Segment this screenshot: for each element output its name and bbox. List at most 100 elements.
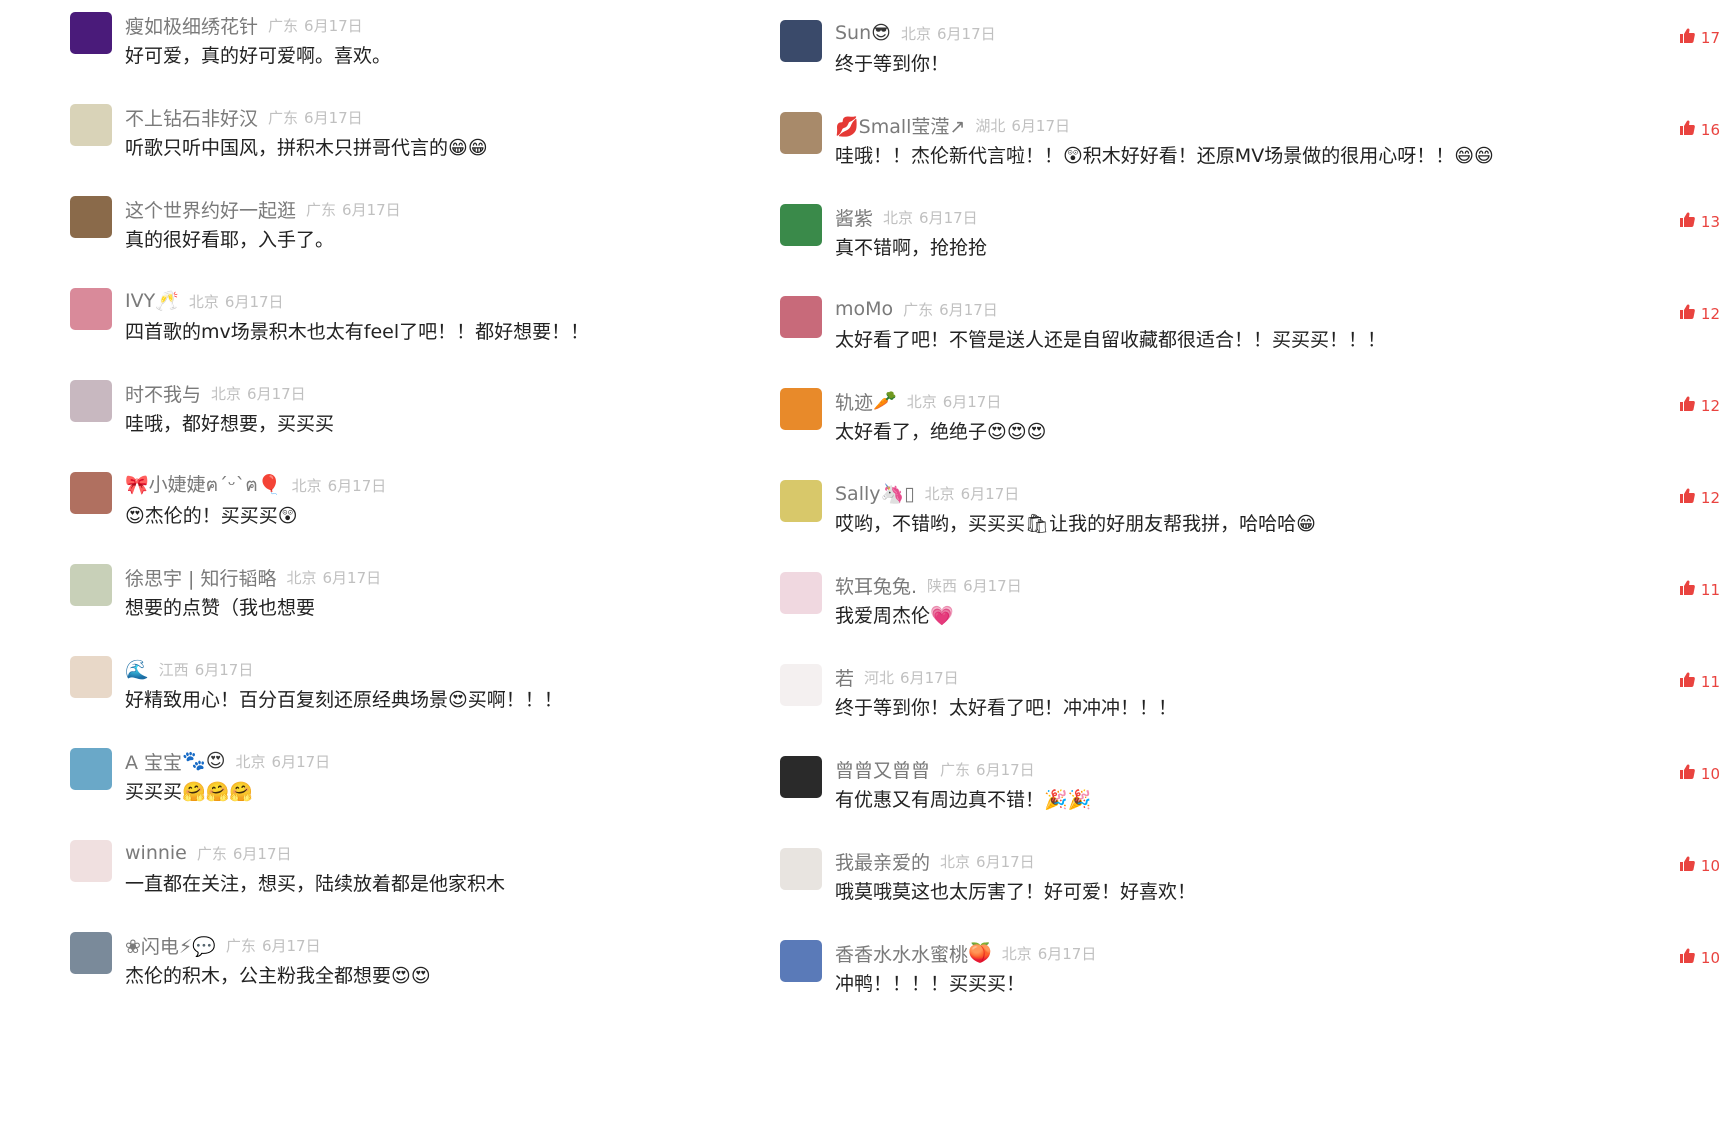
comment-text: 哦莫哦莫这也太厉害了！好可爱！好喜欢！	[835, 879, 1196, 905]
location: 北京	[1001, 944, 1032, 963]
thumbs-up-icon	[1679, 764, 1701, 783]
location: 广东	[940, 760, 971, 779]
username[interactable]: 徐思宇 | 知行韬略	[125, 564, 276, 591]
username[interactable]: IVY	[125, 290, 155, 312]
comment-text-content: 😍杰伦的！买买买😲	[125, 505, 298, 527]
comment-text: 太好看了，绝绝子😍😍😍	[835, 419, 1046, 445]
username[interactable]: 酱紫	[835, 204, 873, 231]
comment-text-content: 哦莫哦莫这也太厉害了！好可爱！好喜欢！	[835, 881, 1197, 903]
like-count: 11	[1700, 580, 1720, 599]
date: 6月17日	[939, 300, 998, 319]
avatar[interactable]	[780, 204, 822, 246]
comment-meta: 若河北 6月17日	[835, 664, 959, 690]
avatar[interactable]	[780, 388, 822, 430]
like-button[interactable]: 10	[1679, 856, 1720, 875]
like-button[interactable]: 16	[1679, 120, 1720, 139]
date: 6月17日	[942, 392, 1002, 411]
username[interactable]: 时不我与	[125, 380, 201, 407]
comment-text-content: 冲鸭！！！！买买买！	[835, 973, 1026, 995]
username[interactable]: Sun	[835, 22, 871, 44]
avatar[interactable]	[70, 472, 112, 514]
username[interactable]: 🌊	[125, 658, 149, 681]
comment-text-content: 终于等到你！	[835, 53, 950, 75]
comment-text: 杰伦的积木，公主粉我全都想要😍😍	[125, 963, 431, 989]
username[interactable]: 若	[835, 664, 854, 691]
comment-text: 哇哦，都好想要，买买买	[125, 411, 334, 437]
username[interactable]: 软耳兔兔.	[835, 572, 917, 599]
avatar[interactable]	[70, 288, 112, 330]
date: 6月17日	[224, 292, 284, 311]
avatar[interactable]	[780, 756, 822, 798]
thumbs-up-icon	[1679, 580, 1701, 599]
avatar[interactable]	[780, 572, 822, 614]
like-button[interactable]: 17	[1679, 28, 1720, 47]
location: 广东	[268, 16, 299, 35]
username[interactable]: 轨迹	[835, 388, 873, 415]
like-button[interactable]: 11	[1679, 672, 1720, 691]
avatar[interactable]	[70, 748, 112, 790]
avatar[interactable]	[780, 296, 822, 338]
username[interactable]: Sally🦄▯	[835, 482, 915, 505]
location: 江西	[158, 660, 189, 679]
comment-text: 一直都在关注，想买，陆续放着都是他家积木	[125, 871, 505, 897]
like-button[interactable]: 13	[1679, 212, 1720, 231]
comment-text: 终于等到你！	[835, 51, 949, 77]
username[interactable]: 我最亲爱的	[835, 848, 930, 875]
location: 北京	[291, 476, 322, 495]
avatar[interactable]	[70, 380, 112, 422]
avatar[interactable]	[780, 20, 822, 62]
location: 湖北	[975, 116, 1006, 135]
like-button[interactable]: 12	[1679, 396, 1720, 415]
comment-text-content: 一直都在关注，想买，陆续放着都是他家积木	[125, 873, 506, 895]
username[interactable]: 🎀小婕婕ฅ´ᵕ`ฅ🎈	[125, 470, 282, 500]
date: 6月17日	[261, 936, 321, 955]
comment-text-content: 太好看了，绝绝子	[835, 421, 988, 443]
username[interactable]: moMo	[835, 298, 893, 320]
username[interactable]: winnie	[125, 842, 187, 864]
avatar[interactable]	[780, 664, 822, 706]
like-count: 12	[1700, 304, 1720, 323]
username[interactable]: 瘦如极细绣花针	[125, 12, 258, 39]
avatar[interactable]	[780, 940, 822, 982]
like-button[interactable]: 12	[1679, 488, 1720, 507]
comment-text: 想要的点赞（我也想要	[125, 595, 315, 621]
comment-item: IVY 🥂 北京 6月17日 四首歌的mv场景积木也太有feel了吧！！都好想要！！	[70, 288, 690, 380]
username[interactable]: 💋Small莹滢↗	[835, 112, 965, 139]
avatar[interactable]	[70, 656, 112, 698]
date: 6月17日	[1011, 116, 1071, 135]
comment-text-content: 我爱周杰伦	[835, 605, 931, 627]
avatar[interactable]	[780, 480, 822, 522]
username[interactable]: 这个世界约好一起逛	[125, 196, 296, 223]
location: 北京	[900, 24, 931, 43]
comment-item: 不上钻石非好汉 广东 6月17日 听歌只听中国风，拼积木只拼哥代言的😁😁	[70, 104, 690, 196]
date: 6月17日	[322, 568, 382, 587]
username[interactable]: 不上钻石非好汉	[125, 104, 258, 131]
comment-item: 💋Small莹滢↗ 湖北 6月17日 哇哦！！杰伦新代言啦！！😲积木好好看！还原MV场…	[780, 112, 1720, 204]
like-button[interactable]: 10	[1679, 764, 1720, 783]
avatar[interactable]	[70, 840, 112, 882]
comment-meta: winnie 广东 6月17日	[125, 840, 292, 866]
like-button[interactable]: 12	[1679, 304, 1720, 323]
avatar[interactable]	[70, 564, 112, 606]
avatar[interactable]	[70, 12, 112, 54]
avatar[interactable]	[70, 104, 112, 146]
like-count: 13	[1700, 212, 1720, 231]
username[interactable]: A 宝宝	[125, 748, 182, 775]
avatar[interactable]	[70, 932, 112, 974]
avatar[interactable]	[70, 196, 112, 238]
date: 6月17日	[919, 208, 978, 227]
avatar[interactable]	[780, 848, 822, 890]
comment-text-content: 终于等到你！太好看了吧！冲冲冲！！！	[835, 697, 1178, 719]
comment-text: 太好看了吧！不管是送人还是自留收藏都很适合！！买买买！！！	[835, 327, 1386, 353]
comment-text: 真不错啊，抢抢抢	[835, 235, 987, 261]
comment-meta: 酱紫 北京 6月17日	[835, 204, 978, 230]
like-button[interactable]: 11	[1679, 580, 1720, 599]
username[interactable]: 香香水水水蜜桃	[835, 940, 968, 967]
location: 广东	[225, 936, 256, 955]
comment-text-content: 好可爱，真的好可爱啊。喜欢。	[125, 45, 392, 67]
avatar[interactable]	[780, 112, 822, 154]
like-button[interactable]: 10	[1679, 948, 1720, 967]
comment-emoji: 🎉🎉	[1044, 789, 1092, 811]
username[interactable]: 曾曾又曾曾	[835, 756, 930, 783]
username[interactable]: ❀闪电⚡💬	[125, 932, 216, 959]
